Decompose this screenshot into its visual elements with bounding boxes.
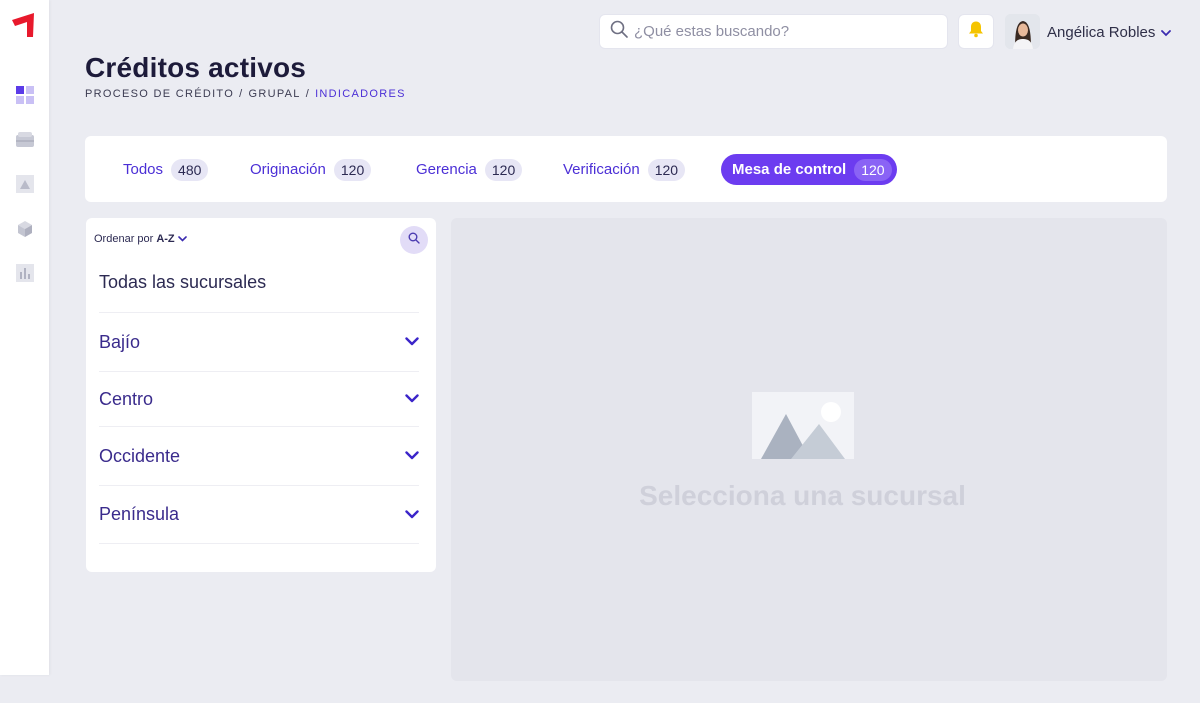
- search-icon: [610, 20, 628, 43]
- user-menu[interactable]: Angélica Robles: [1047, 22, 1172, 42]
- detail-panel: Selecciona una sucursal: [451, 218, 1167, 681]
- chevron-down-icon: [177, 233, 187, 245]
- cube-icon[interactable]: [15, 219, 35, 239]
- tab-count: 120: [484, 158, 523, 181]
- tab-count: 120: [854, 158, 892, 181]
- breadcrumb: PROCESO DE CRÉDITO / GRUPAL / INDICADORES: [85, 88, 406, 100]
- branch-row-centro[interactable]: Centro: [99, 371, 419, 426]
- branch-row-peninsula[interactable]: Península: [99, 485, 419, 544]
- tab-todos[interactable]: Todos 480: [112, 154, 213, 185]
- branch-row-bajio[interactable]: Bajío: [99, 312, 419, 371]
- notifications-button[interactable]: [958, 14, 994, 49]
- branches-panel: Ordenar por A-Z Todas las sucursales Baj…: [86, 218, 436, 572]
- search-icon: [408, 231, 420, 249]
- branch-label: Península: [99, 504, 180, 524]
- breadcrumb-item[interactable]: PROCESO DE CRÉDITO: [85, 88, 234, 100]
- all-branches-item[interactable]: Todas las sucursales: [99, 272, 266, 293]
- branch-search-button[interactable]: [400, 226, 428, 254]
- tab-label: Gerencia: [416, 161, 477, 178]
- tab-label: Originación: [250, 161, 326, 178]
- tab-count: 120: [333, 158, 372, 181]
- page-title: Créditos activos: [85, 52, 307, 83]
- tab-count: 480: [171, 158, 209, 181]
- branch-label: Occidente: [99, 445, 181, 466]
- triangle-icon[interactable]: [15, 174, 35, 194]
- chevron-down-icon: [1161, 24, 1172, 41]
- breadcrumb-item[interactable]: GRUPAL: [248, 88, 300, 100]
- tab-label: Verificación: [563, 161, 640, 178]
- chevron-down-icon[interactable]: [405, 506, 419, 524]
- tabs-bar: Todos 480 Originación 120 Gerencia 120 V…: [85, 136, 1167, 202]
- brand-logo-icon[interactable]: [10, 11, 38, 39]
- tab-mesa-de-control[interactable]: Mesa de control 120: [721, 154, 897, 185]
- chevron-down-icon[interactable]: [405, 447, 419, 465]
- chevron-down-icon[interactable]: [405, 333, 419, 351]
- sidebar: [0, 0, 49, 675]
- branch-row-occidente[interactable]: Occidente: [99, 426, 419, 485]
- chevron-down-icon[interactable]: [405, 390, 419, 408]
- avatar[interactable]: [1005, 14, 1040, 49]
- user-name: Angélica Robles: [1047, 23, 1156, 41]
- global-search: [599, 14, 948, 49]
- sort-label: Ordenar por: [94, 233, 154, 245]
- breadcrumb-current: INDICADORES: [315, 88, 406, 100]
- bar-chart-icon[interactable]: [15, 263, 35, 283]
- tab-label: Todos: [123, 161, 164, 178]
- tab-gerencia[interactable]: Gerencia 120: [405, 154, 527, 185]
- tab-verificacion[interactable]: Verificación 120: [552, 154, 690, 185]
- search-input[interactable]: [634, 23, 934, 40]
- empty-state-message: Selecciona una sucursal: [639, 480, 966, 511]
- sort-value: A-Z: [156, 233, 175, 245]
- image-placeholder-icon: [752, 392, 854, 459]
- wallet-icon[interactable]: [15, 130, 35, 150]
- tab-originacion[interactable]: Originación 120: [239, 154, 376, 185]
- branch-label: Bajío: [99, 331, 141, 352]
- branch-label: Centro: [99, 388, 154, 409]
- bell-icon: [967, 20, 985, 43]
- dashboard-icon[interactable]: [15, 85, 35, 105]
- sort-dropdown[interactable]: Ordenar por A-Z: [94, 233, 187, 245]
- tab-count: 120: [647, 158, 686, 181]
- tab-label: Mesa de control: [732, 161, 847, 178]
